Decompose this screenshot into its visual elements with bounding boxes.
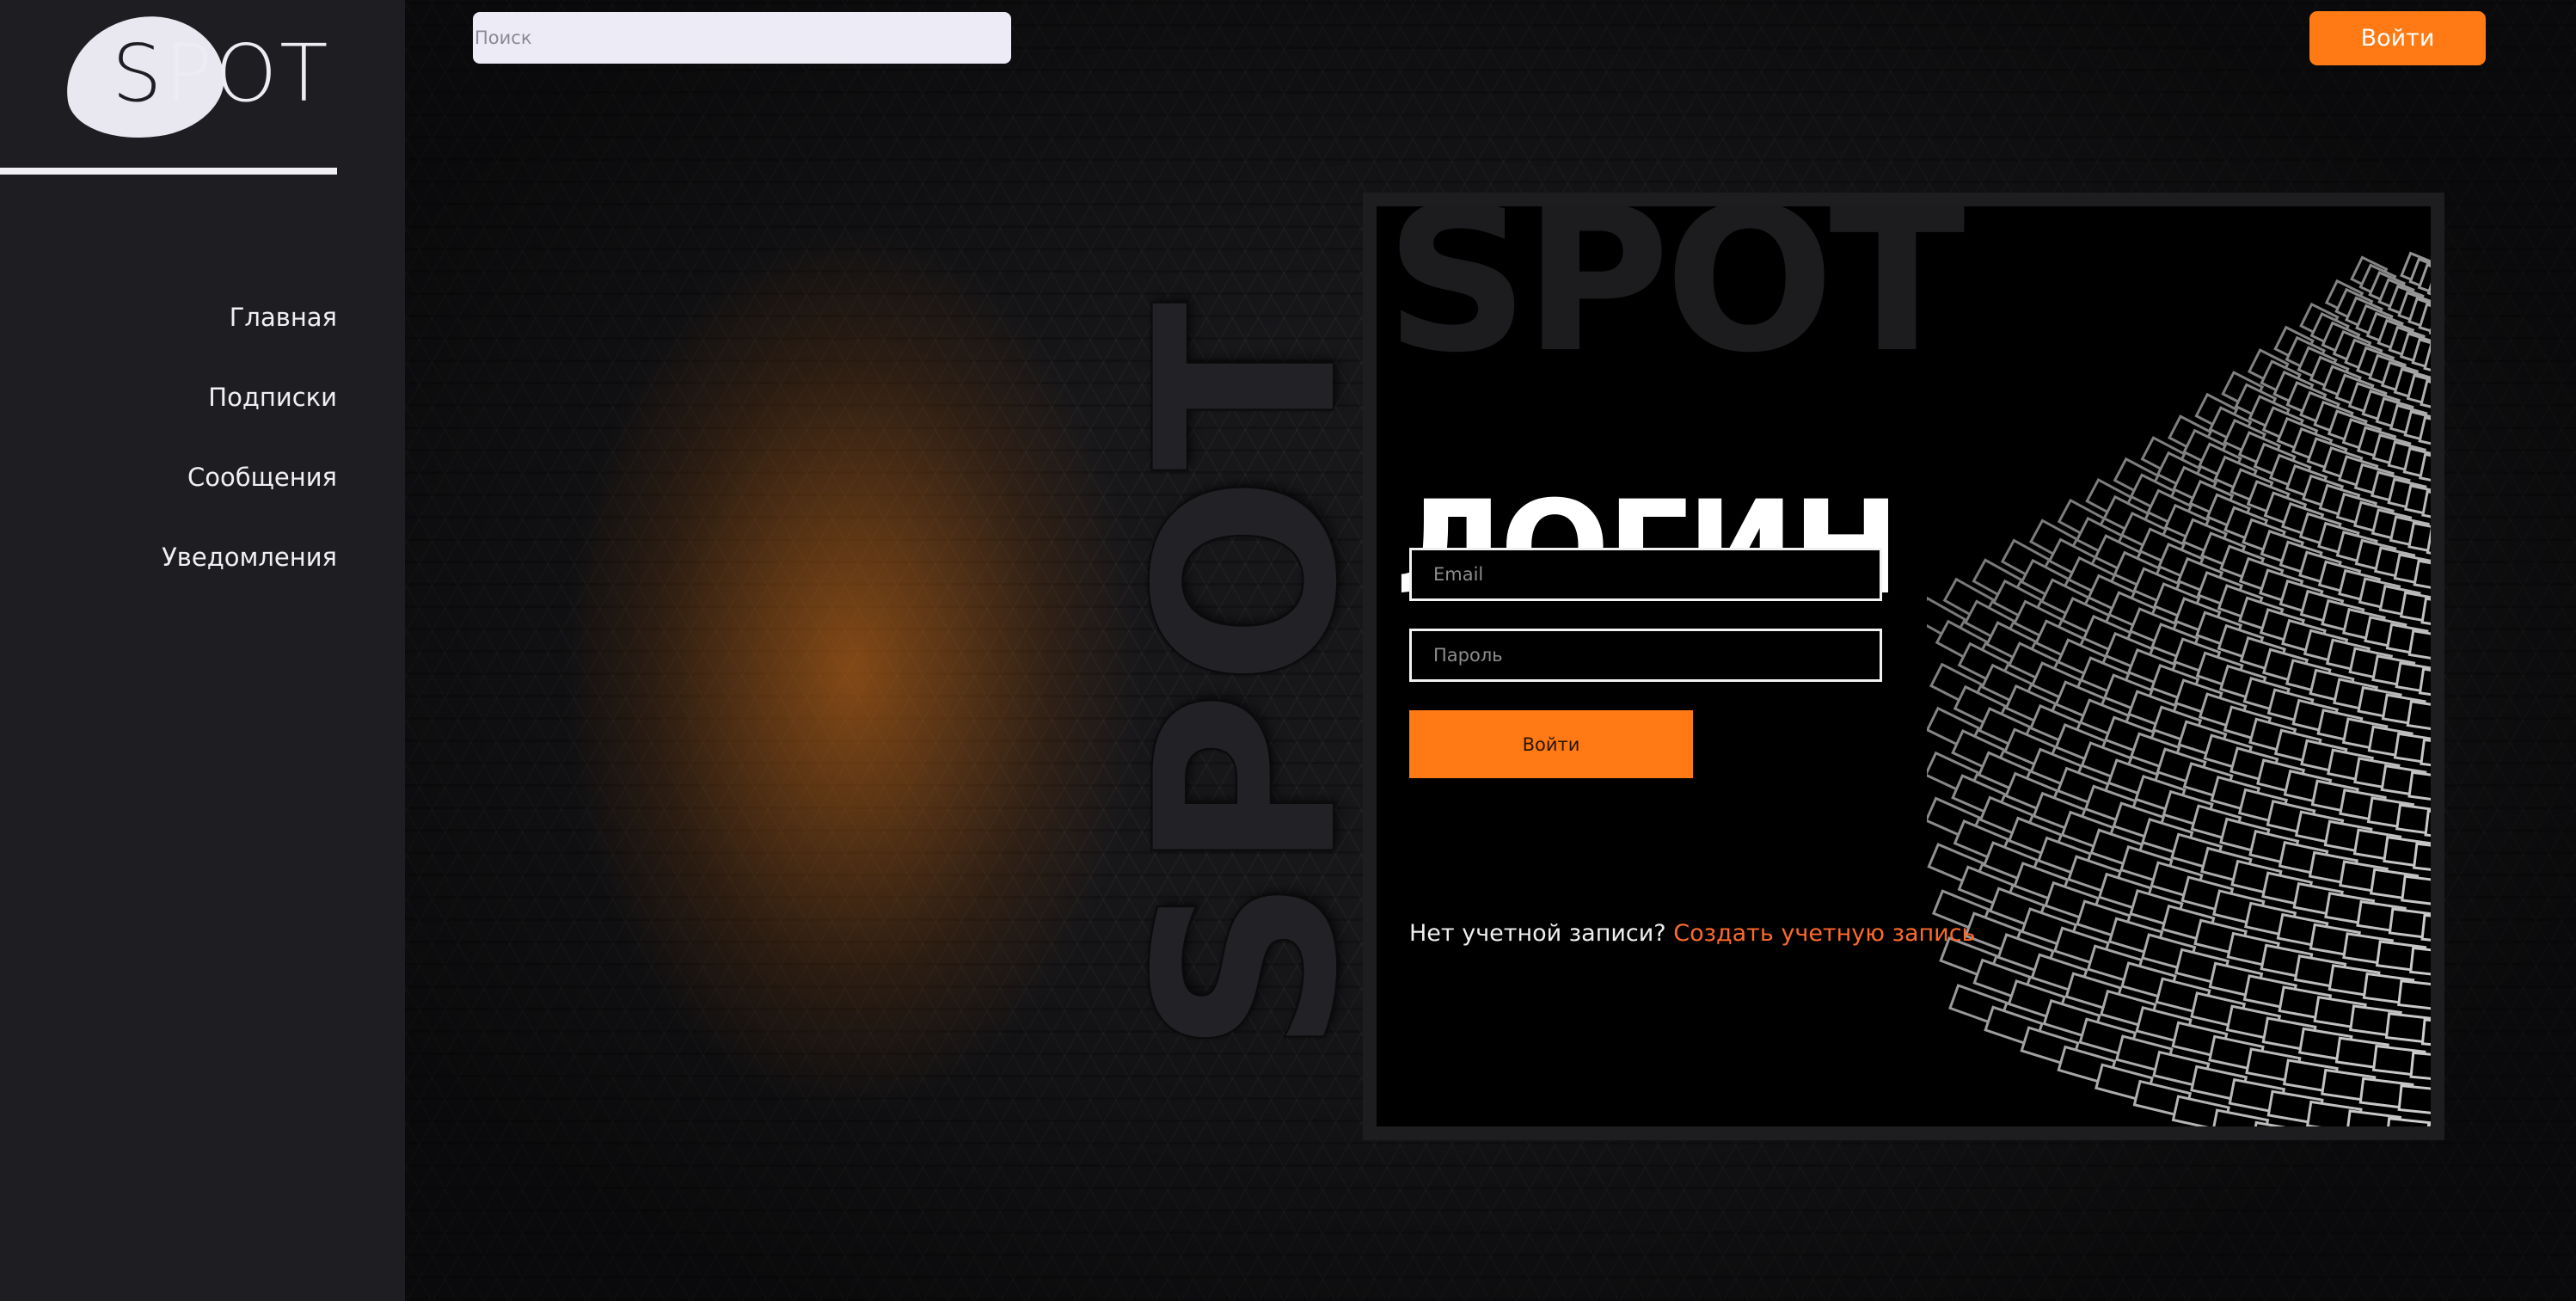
login-card: SPOT ЛОГИН Войти Нет учетной записи? Соз…	[1363, 193, 2444, 1140]
building-window	[2437, 350, 2444, 380]
building-window	[2409, 946, 2431, 979]
sidebar-item-notifications[interactable]: Уведомления	[162, 536, 337, 616]
building-window	[2438, 275, 2444, 306]
building-window	[2393, 732, 2431, 765]
building-window	[2420, 379, 2431, 414]
signup-row: Нет учетной записи? Создать учетную запи…	[1409, 920, 1975, 947]
building-window	[2426, 527, 2431, 560]
search-input[interactable]	[473, 12, 1011, 64]
create-account-link[interactable]: Создать учетную запись	[1673, 920, 1975, 947]
building-window	[2437, 778, 2444, 807]
building-window	[2406, 700, 2431, 733]
building-window	[2438, 1091, 2444, 1119]
spot-logo[interactable]: SPOT	[58, 6, 344, 149]
building-window	[2292, 1133, 2347, 1140]
building-window	[2420, 597, 2431, 630]
building-window	[2395, 661, 2431, 695]
password-field[interactable]	[1409, 629, 1882, 682]
vertical-spot-word: SPOT	[1102, 297, 1394, 1057]
building-window	[2424, 809, 2431, 842]
sidebar-item-home[interactable]: Главная	[230, 296, 337, 376]
building-window	[2433, 882, 2444, 911]
building-window	[2433, 986, 2444, 1015]
login-submit-button[interactable]: Войти	[1409, 710, 1693, 778]
building-window	[2397, 979, 2431, 1012]
building-window	[2435, 386, 2444, 416]
building-window	[2401, 874, 2431, 907]
building-window	[2385, 1117, 2431, 1126]
sidebar-nav: Главная Подписки Сообщения Уведомления	[162, 296, 337, 616]
building-window	[2409, 1051, 2431, 1083]
sidebar-item-subscriptions[interactable]: Подписки	[208, 376, 337, 456]
building-window	[2430, 635, 2431, 667]
building-window	[2413, 559, 2431, 592]
building-window	[2250, 1120, 2309, 1126]
building-window	[2425, 1123, 2431, 1126]
sidebar-divider	[0, 168, 337, 175]
building-window	[2428, 308, 2431, 342]
building-window	[2397, 1083, 2431, 1116]
building-window	[2420, 738, 2431, 770]
building-window	[2399, 591, 2431, 624]
sidebar-item-messages[interactable]: Сообщения	[187, 456, 337, 536]
building-window	[2420, 1018, 2431, 1050]
building-window	[2420, 913, 2431, 946]
sidebar: SPOT Главная Подписки Сообщения Уведомле…	[0, 0, 405, 1301]
building-window	[2395, 803, 2431, 837]
logo-text: SPOT	[112, 28, 331, 120]
building-window	[2407, 770, 2431, 803]
building-window	[2407, 629, 2431, 662]
building-window	[2432, 707, 2444, 735]
building-window	[2434, 423, 2444, 453]
building-window	[2418, 415, 2431, 450]
main-area: Войти SPOT SPOT ЛОГИН Войти Нет учетной …	[405, 0, 2576, 1301]
building-window	[2434, 567, 2444, 596]
no-account-text: Нет учетной записи?	[1409, 920, 1674, 947]
building-window	[2440, 497, 2444, 526]
email-field[interactable]	[1409, 548, 1882, 601]
building-grid-graphic	[1927, 251, 2444, 1140]
building-window	[2421, 489, 2431, 523]
building-window	[2419, 452, 2431, 487]
building-window	[2426, 268, 2431, 304]
building-window	[2412, 842, 2431, 874]
building-window	[2418, 667, 2431, 700]
building-window	[2407, 521, 2431, 555]
card-background-word: SPOT	[1385, 193, 1966, 396]
building-window	[2437, 460, 2444, 489]
header-login-button[interactable]: Войти	[2309, 11, 2486, 65]
